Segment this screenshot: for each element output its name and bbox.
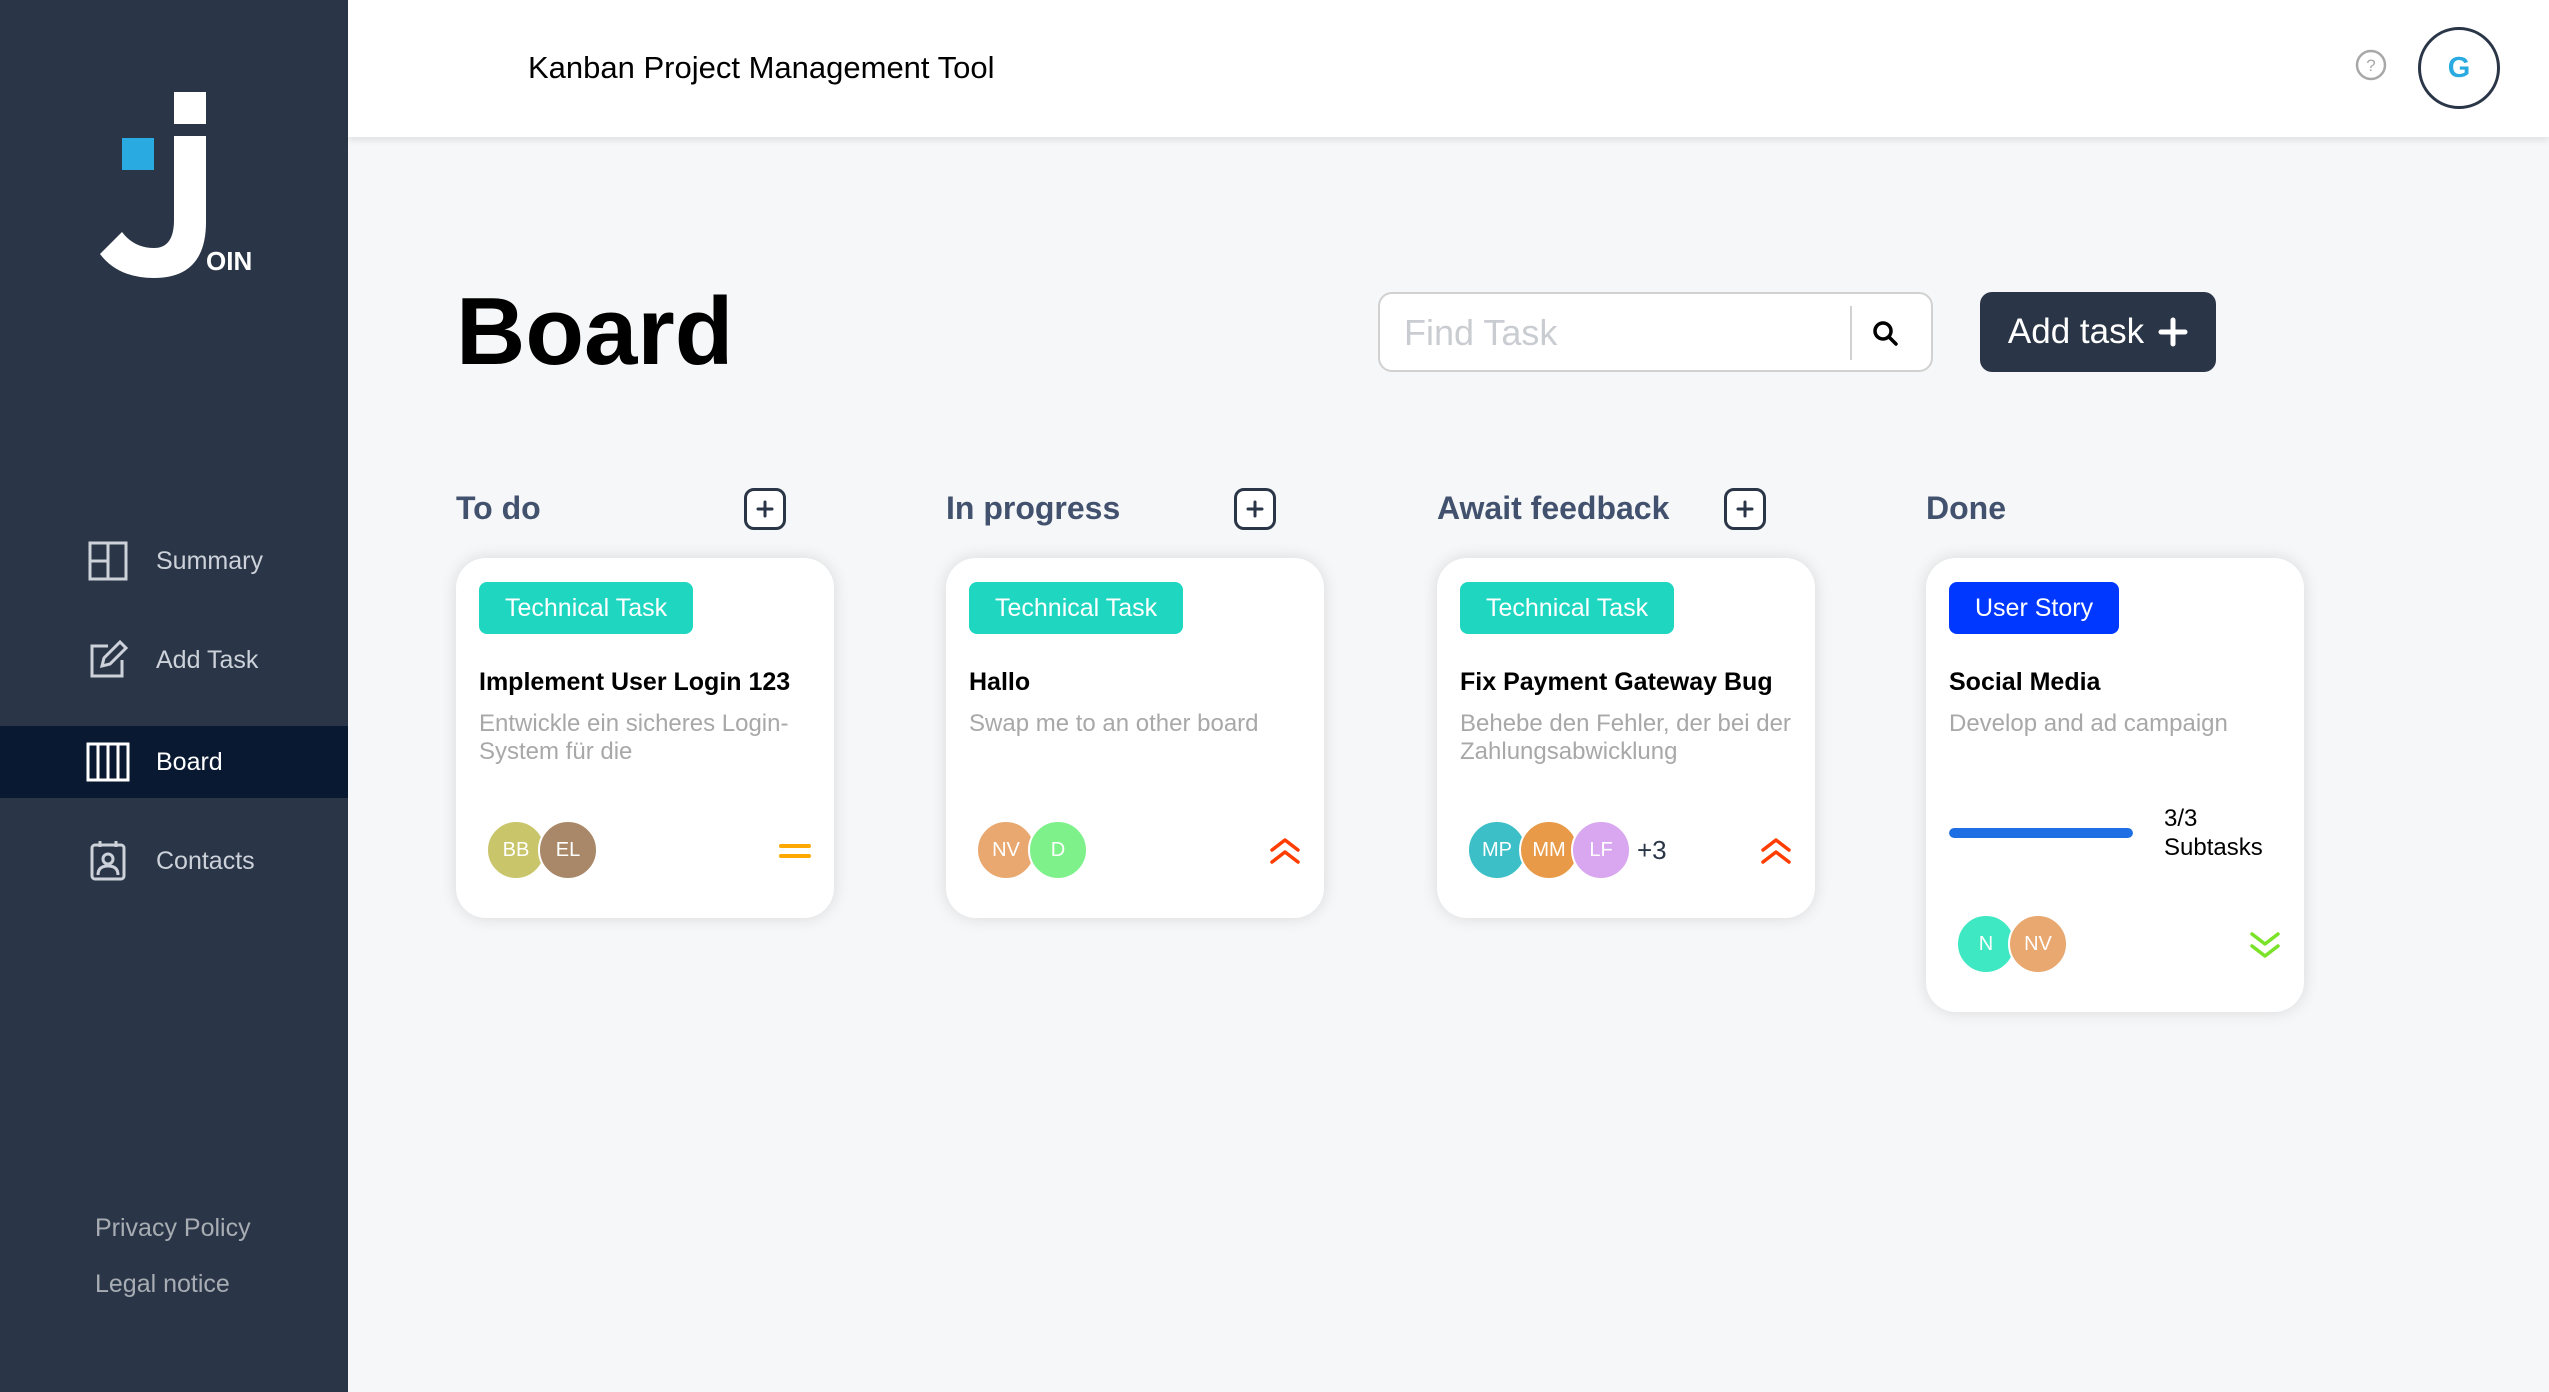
search-divider: [1850, 306, 1852, 360]
app: OIN Summary Add Task Board Contacts Priv…: [0, 0, 2549, 1392]
priority-low-icon: [2250, 932, 2280, 958]
plus-icon: [2158, 317, 2188, 347]
assignee-avatar: BB: [486, 820, 546, 880]
column-title-in-progress: In progress: [946, 490, 1121, 526]
edit-icon: [90, 639, 129, 678]
task-description: Develop and ad campaign: [1949, 710, 2228, 737]
search-input[interactable]: [1404, 310, 1844, 356]
legal-notice-link[interactable]: Legal notice: [95, 1270, 230, 1299]
assignee-avatar: MP: [1467, 820, 1527, 880]
assignee-list: N NV: [1956, 914, 2068, 974]
subtask-counter: 3/3 Subtasks: [2164, 804, 2263, 862]
category-badge: Technical Task: [479, 582, 694, 634]
sidebar-item-summary[interactable]: Summary: [0, 525, 348, 597]
assignee-avatar: N: [1956, 914, 2016, 974]
assignee-list: MP MM LF +3: [1467, 820, 1667, 880]
sidebar-item-add-task[interactable]: Add Task: [0, 624, 348, 696]
search-icon[interactable]: [1866, 314, 1906, 354]
join-logo[interactable]: OIN: [98, 92, 258, 282]
top-header: Kanban Project Management Tool ? G: [348, 0, 2549, 137]
task-title: Social Media: [1949, 668, 2101, 696]
assignee-avatar: MM: [1519, 820, 1579, 880]
search-box: [1378, 292, 1933, 372]
assignee-list: NV D: [976, 820, 1088, 880]
sidebar-item-label: Board: [156, 747, 223, 776]
assignee-avatar: NV: [2008, 914, 2068, 974]
task-card[interactable]: Technical Task Implement User Login 123 …: [456, 558, 834, 918]
sidebar-item-label: Contacts: [156, 846, 255, 875]
logo-text: OIN: [206, 246, 253, 276]
category-badge: User Story: [1949, 582, 2120, 634]
help-icon[interactable]: ?: [2354, 48, 2388, 82]
board-icon: [86, 742, 130, 782]
assignee-avatar: LF: [1571, 820, 1631, 880]
task-title: Fix Payment Gateway Bug: [1460, 668, 1773, 696]
subtask-progress-bar: [1949, 828, 2133, 838]
add-task-in-progress-button[interactable]: [1234, 488, 1276, 530]
assignee-avatar: D: [1028, 820, 1088, 880]
contacts-icon: [90, 841, 126, 881]
summary-icon: [88, 541, 128, 581]
subtask-count: 3/3: [2164, 805, 2198, 832]
app-title: Kanban Project Management Tool: [528, 50, 995, 85]
add-task-button[interactable]: Add task: [1980, 292, 2216, 372]
column-title-done: Done: [1926, 490, 2006, 526]
task-title: Hallo: [969, 668, 1031, 696]
sidebar-item-label: Summary: [156, 546, 263, 575]
priority-urgent-icon: [1761, 838, 1791, 864]
priority-urgent-icon: [1270, 838, 1300, 864]
privacy-policy-link[interactable]: Privacy Policy: [95, 1214, 251, 1243]
user-avatar[interactable]: G: [2418, 27, 2500, 109]
plus-icon: [1736, 500, 1754, 518]
task-card[interactable]: Technical Task Fix Payment Gateway Bug B…: [1437, 558, 1815, 918]
subtask-label: Subtasks: [2164, 834, 2263, 861]
add-task-todo-button[interactable]: [744, 488, 786, 530]
task-description: Behebe den Fehler, der bei der Zahlungsa…: [1460, 710, 1791, 765]
more-assignees-count: +3: [1637, 834, 1667, 865]
svg-text:?: ?: [2366, 56, 2375, 75]
task-description: Swap me to an other board: [969, 710, 1259, 737]
task-card[interactable]: Technical Task Hallo Swap me to an other…: [946, 558, 1324, 918]
sidebar-item-board[interactable]: Board: [0, 726, 348, 798]
task-card[interactable]: User Story Social Media Develop and ad c…: [1926, 558, 2304, 1012]
category-badge: Technical Task: [1460, 582, 1675, 634]
plus-icon: [756, 500, 774, 518]
sidebar: OIN Summary Add Task Board Contacts Priv…: [0, 0, 348, 1392]
assignee-list: BB EL: [486, 820, 598, 880]
sidebar-item-contacts[interactable]: Contacts: [0, 825, 348, 897]
category-badge: Technical Task: [969, 582, 1184, 634]
subtask-progress-fill: [1949, 828, 2133, 838]
sidebar-item-label: Add Task: [156, 645, 259, 674]
priority-medium-icon: [779, 844, 811, 858]
task-description: Entwickle ein sicheres Login-System für …: [479, 710, 789, 765]
add-task-label: Add task: [2007, 312, 2145, 351]
plus-icon: [1246, 500, 1264, 518]
assignee-avatar: NV: [976, 820, 1036, 880]
add-task-await-feedback-button[interactable]: [1724, 488, 1766, 530]
task-title: Implement User Login 123: [479, 668, 791, 696]
page-title: Board: [456, 278, 734, 385]
assignee-avatar: EL: [538, 820, 598, 880]
column-title-todo: To do: [456, 490, 541, 526]
column-title-await-feedback: Await feedback: [1437, 490, 1670, 526]
